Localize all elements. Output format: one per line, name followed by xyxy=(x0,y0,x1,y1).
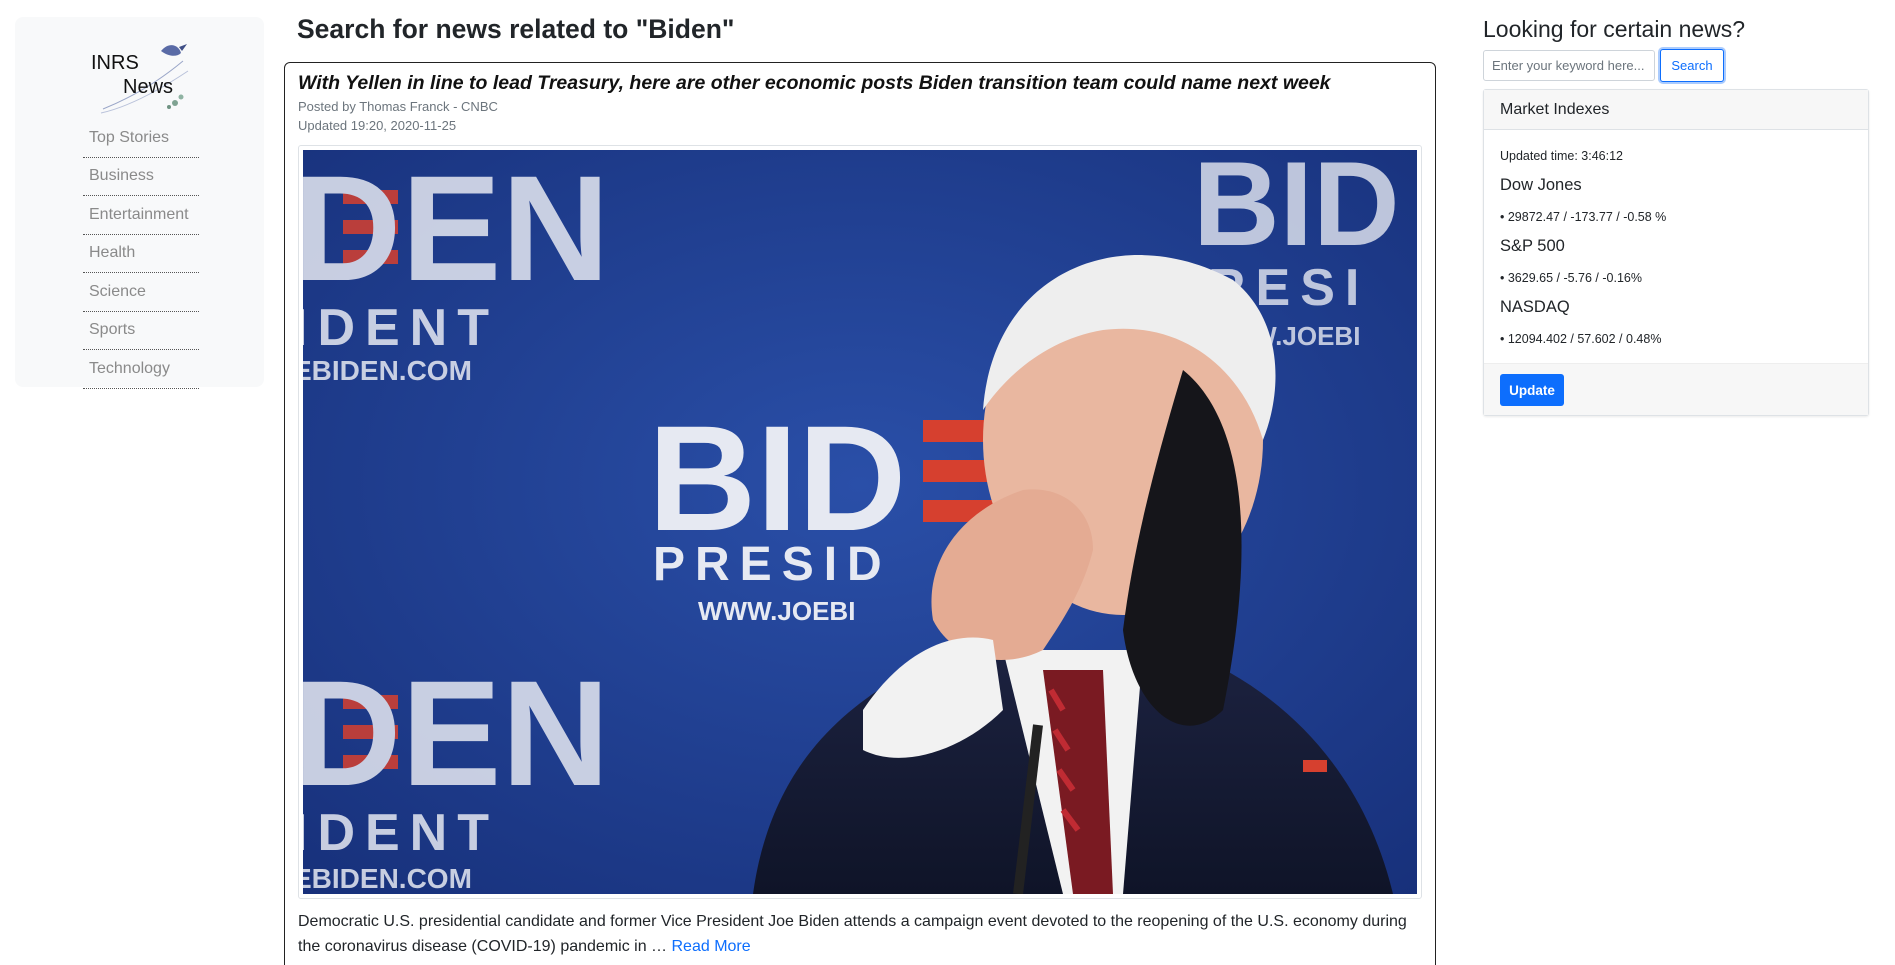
svg-text:IDENT: IDENT xyxy=(303,299,499,357)
sidebar-item-technology[interactable]: Technology xyxy=(83,350,199,389)
search-heading: Looking for certain news? xyxy=(1483,16,1746,42)
page-title: Search for news related to "Biden" xyxy=(297,14,735,44)
svg-text:EBIDEN.COM: EBIDEN.COM xyxy=(303,863,472,894)
category-nav: Top Stories Business Entertainment Healt… xyxy=(83,119,199,389)
svg-text:DEN: DEN xyxy=(303,649,610,817)
article-card: With Yellen in line to lead Treasury, he… xyxy=(284,62,1436,965)
index-name-sp500: S&P 500 xyxy=(1500,237,1565,255)
sidebar-item-top-stories[interactable]: Top Stories xyxy=(83,119,199,158)
sidebar-item-sports[interactable]: Sports xyxy=(83,312,199,350)
read-more-link[interactable]: Read More xyxy=(672,938,751,955)
index-value-nasdaq: • 12094.402 / 57.602 / 0.48% xyxy=(1500,332,1662,346)
svg-text:News: News xyxy=(123,76,173,98)
sidebar: INRS News Top Stories Business Entertain… xyxy=(15,17,264,389)
svg-text:IDENT: IDENT xyxy=(303,804,499,862)
sidebar-item-business[interactable]: Business xyxy=(83,158,199,196)
inrs-news-logo[interactable]: INRS News xyxy=(83,31,203,121)
sidebar-item-entertainment[interactable]: Entertainment xyxy=(83,196,199,235)
market-indexes-header: Market Indexes xyxy=(1484,90,1868,130)
index-value-sp500: • 3629.65 / -5.76 / -0.16% xyxy=(1500,271,1642,285)
article-title[interactable]: With Yellen in line to lead Treasury, he… xyxy=(298,72,1331,95)
update-button[interactable]: Update xyxy=(1500,374,1564,406)
svg-text:EBIDEN.COM: EBIDEN.COM xyxy=(303,355,472,386)
search-input[interactable] xyxy=(1483,50,1655,81)
svg-text:INRS: INRS xyxy=(91,52,139,74)
article-excerpt-text: Democratic U.S. presidential candidate a… xyxy=(298,913,1407,955)
svg-text:PRESID: PRESID xyxy=(653,538,892,591)
search-button[interactable]: Search xyxy=(1660,49,1724,82)
article-timestamp: Updated 19:20, 2020-11-25 xyxy=(298,118,457,133)
sidebar-item-science[interactable]: Science xyxy=(83,273,199,312)
svg-text:BID: BID xyxy=(1193,150,1400,271)
sidebar-item-health[interactable]: Health xyxy=(83,235,199,273)
market-indexes-body: Updated time: 3:46:12 Dow Jones • 29872.… xyxy=(1484,130,1868,364)
market-updated-time: Updated time: 3:46:12 xyxy=(1500,149,1623,163)
article-author: Posted by Thomas Franck - CNBC xyxy=(298,99,498,114)
svg-text:DEN: DEN xyxy=(303,150,610,312)
svg-text:WWW.JOEBI: WWW.JOEBI xyxy=(698,596,855,626)
article-image[interactable]: DEN IDENT EBIDEN.COM BID RESI WWW.JOEBI … xyxy=(303,150,1417,894)
index-value-dow-jones: • 29872.47 / -173.77 / -0.58 % xyxy=(1500,210,1667,224)
article-image-frame: DEN IDENT EBIDEN.COM BID RESI WWW.JOEBI … xyxy=(298,145,1422,899)
market-indexes-card: Market Indexes Updated time: 3:46:12 Dow… xyxy=(1483,89,1869,416)
svg-text:BID: BID xyxy=(648,394,906,562)
index-name-nasdaq: NASDAQ xyxy=(1500,298,1570,316)
article-excerpt: Democratic U.S. presidential candidate a… xyxy=(298,909,1428,959)
index-name-dow-jones: Dow Jones xyxy=(1500,176,1582,194)
market-indexes-footer: Update xyxy=(1484,363,1868,415)
